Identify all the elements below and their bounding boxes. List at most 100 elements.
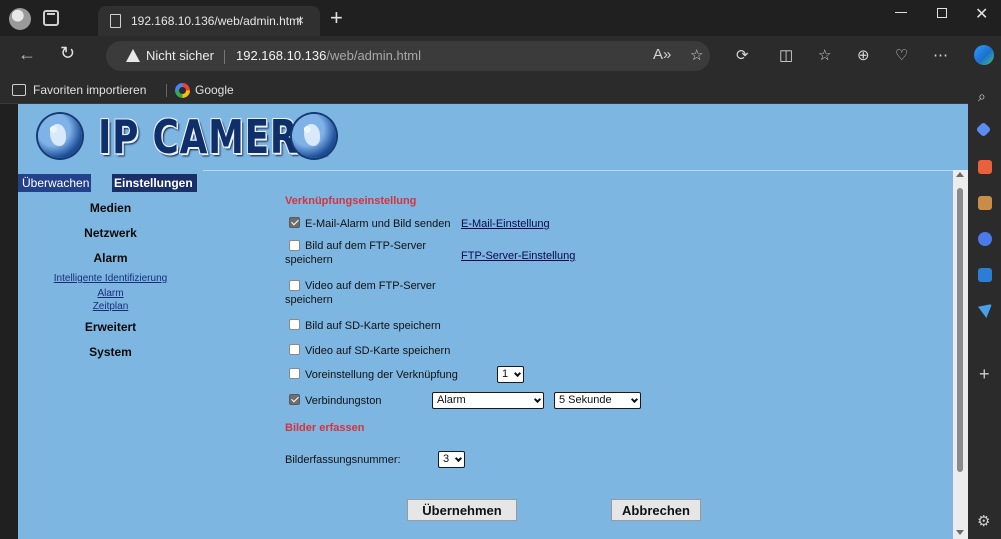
collections-icon[interactable]: ⊕ [857, 46, 870, 64]
import-favorites-link[interactable]: Favoriten importieren [33, 83, 146, 97]
settings-content: Verknüpfungseinstellung E-Mail-Alarm und… [203, 170, 953, 539]
section-title-link: Verknüpfungseinstellung [285, 195, 417, 207]
nav-item-advanced[interactable]: Erweitert [18, 320, 203, 334]
url-separator [224, 50, 225, 64]
tone-select-value: Alarm [437, 394, 466, 406]
browser-tab[interactable]: 192.168.10.136/web/admin.html × [98, 6, 320, 36]
add-icon[interactable]: + [979, 364, 990, 385]
nav-sub-schedule[interactable]: Zeitplan [18, 301, 203, 312]
new-tab-button[interactable]: + [330, 5, 343, 31]
nav-item-system[interactable]: System [18, 345, 203, 359]
import-icon[interactable] [12, 84, 26, 96]
tag-icon[interactable] [975, 121, 992, 138]
page-icon [110, 14, 121, 28]
tab-settings[interactable]: Einstellungen [112, 174, 197, 192]
tone-label: Verbindungston [305, 395, 382, 407]
security-status[interactable]: Nicht sicher [146, 48, 214, 63]
ftp-picture-label-1: Bild auf dem FTP-Server [305, 240, 427, 252]
search-icon[interactable]: ⌕ [978, 88, 986, 105]
split-screen-icon[interactable]: ◫ [779, 46, 793, 64]
tab-bar: 192.168.10.136/web/admin.html × + ✕ [0, 0, 1001, 36]
sd-picture-label: Bild auf SD-Karte speichern [305, 320, 441, 332]
url-host: 192.168.10.136 [236, 48, 327, 63]
side-panel: ⌕ + ⚙ [968, 76, 1001, 539]
preset-checkbox[interactable] [289, 368, 300, 379]
chevron-down-icon [454, 454, 463, 463]
nav-tabs: Überwachen Einstellungen [18, 174, 203, 192]
sd-video-checkbox[interactable] [289, 344, 300, 355]
favorites-bar: Favoriten importieren Google [0, 76, 1001, 104]
chevron-down-icon [513, 369, 522, 378]
chevron-down-icon [630, 395, 639, 404]
tab-close-icon[interactable]: × [296, 12, 304, 28]
ftp-picture-checkbox[interactable] [289, 240, 300, 251]
games-icon[interactable] [978, 196, 992, 210]
cancel-button[interactable]: Abbrechen [611, 499, 701, 521]
performance-icon[interactable]: ♡ [895, 46, 908, 64]
ftp-settings-link[interactable]: FTP-Server-Einstellung [461, 250, 575, 262]
duration-select[interactable]: 5 Sekunde [554, 392, 641, 409]
edge-copilot-icon[interactable] [974, 45, 994, 65]
email-checkbox[interactable] [289, 217, 300, 228]
tab-title: 192.168.10.136/web/admin.html [131, 14, 302, 28]
sd-video-label: Video auf SD-Karte speichern [305, 345, 451, 357]
url-text[interactable]: 192.168.10.136/web/admin.html [236, 48, 421, 63]
favorites-icon[interactable]: ☆ [818, 46, 831, 64]
nav-sub-smart[interactable]: Intelligente Identifizierung [18, 273, 203, 284]
scroll-thumb[interactable] [957, 188, 963, 472]
minimize-icon[interactable] [895, 12, 907, 13]
right-globe-icon [292, 114, 336, 158]
duration-select-value: 5 Sekunde [559, 394, 612, 406]
ftp-video-checkbox[interactable] [289, 280, 300, 291]
settings-nav: Überwachen Einstellungen Medien Netzwerk… [18, 170, 203, 539]
capture-label: Bilderfassungsnummer: [285, 454, 401, 466]
ftp-picture-label-2: speichern [285, 254, 333, 266]
ftp-video-label-2: speichern [285, 294, 333, 306]
left-globe-icon [38, 114, 82, 158]
profile-avatar-icon[interactable] [9, 8, 31, 30]
warning-triangle-icon[interactable] [126, 49, 140, 62]
extensions-icon[interactable]: ⟳ [736, 46, 749, 64]
nav-item-network[interactable]: Netzwerk [18, 226, 203, 240]
star-icon[interactable]: ☆ [690, 46, 703, 64]
camera-admin-page: IP CAMERA Überwachen Einstellungen Medie… [18, 104, 968, 539]
page-header: IP CAMERA [18, 104, 968, 170]
nav-sub-alarm[interactable]: Alarm [18, 288, 203, 299]
capture-select-value: 3 [443, 453, 450, 465]
more-icon[interactable]: ⋯ [933, 46, 948, 64]
section-title-capture: Bilder erfassen [285, 422, 365, 434]
url-path: /web/admin.html [326, 48, 422, 63]
back-arrow-icon[interactable]: ← [18, 44, 36, 65]
capture-select[interactable]: 3 [438, 451, 465, 468]
maximize-icon[interactable] [937, 8, 947, 18]
preset-select[interactable]: 1 [497, 366, 524, 383]
reload-icon[interactable]: ↻ [60, 43, 75, 64]
scroll-up-icon[interactable] [956, 172, 964, 177]
email-settings-link[interactable]: E-Mail-Einstellung [461, 218, 550, 230]
nav-item-alarm[interactable]: Alarm [18, 251, 203, 265]
sd-picture-checkbox[interactable] [289, 319, 300, 330]
tab-overview[interactable]: Überwachen [18, 174, 92, 192]
chevron-down-icon [533, 395, 542, 404]
window-close-icon[interactable]: ✕ [975, 4, 988, 24]
address-bar: ← ↻ Nicht sicher 192.168.10.136/web/admi… [0, 36, 1001, 76]
read-aloud-icon[interactable]: A» [653, 46, 671, 63]
page-scrollbar[interactable] [953, 170, 968, 539]
toolbox-icon[interactable] [978, 160, 992, 174]
tone-select[interactable]: Alarm [432, 392, 544, 409]
send-icon[interactable] [978, 304, 992, 318]
scroll-down-icon[interactable] [956, 530, 964, 535]
apply-button[interactable]: Übernehmen [407, 499, 517, 521]
gear-icon[interactable]: ⚙ [977, 512, 990, 530]
google-link[interactable]: Google [195, 83, 234, 97]
nav-item-media[interactable]: Medien [18, 201, 203, 215]
google-icon[interactable] [175, 83, 190, 98]
outlook-icon[interactable] [978, 268, 992, 282]
tab-actions-icon[interactable] [43, 10, 59, 26]
preset-label: Voreinstellung der Verknüpfung [305, 369, 458, 381]
email-label: E-Mail-Alarm und Bild senden [305, 218, 451, 230]
tone-checkbox[interactable] [289, 394, 300, 405]
preset-select-value: 1 [502, 368, 509, 380]
office-icon[interactable] [978, 232, 992, 246]
favorites-separator [166, 84, 167, 97]
